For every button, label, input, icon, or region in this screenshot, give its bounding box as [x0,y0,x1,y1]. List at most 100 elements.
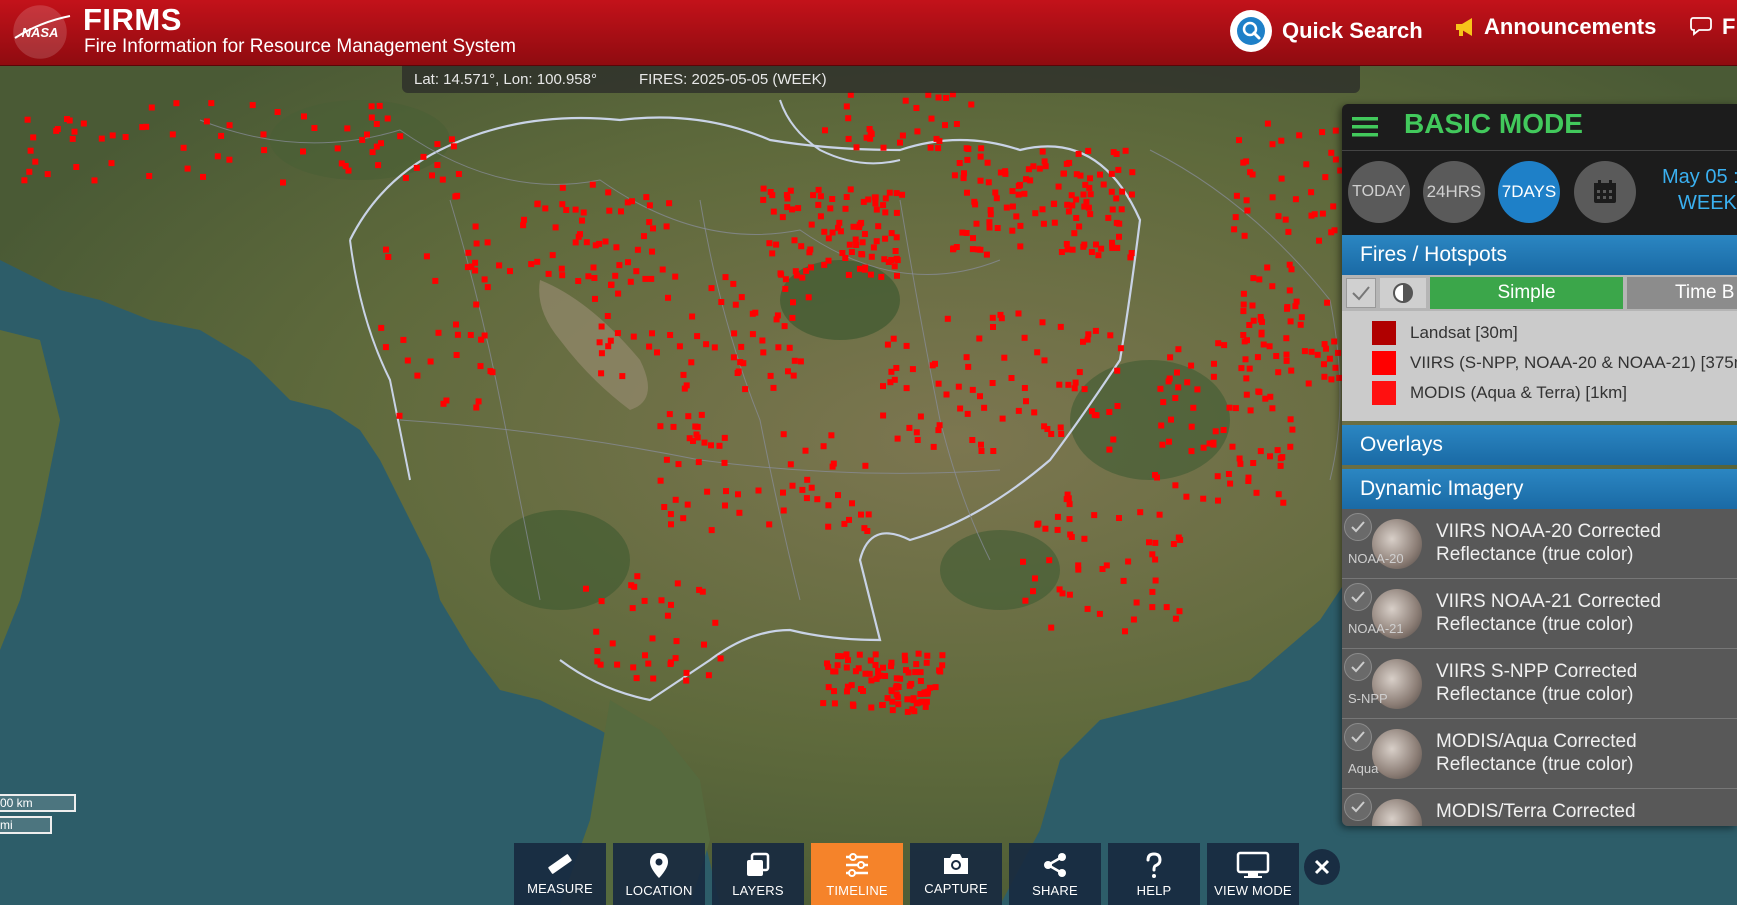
fire-hotspot[interactable] [1128,191,1135,198]
fire-hotspot[interactable] [1220,427,1227,433]
fire-hotspot[interactable] [1034,349,1041,356]
fire-hotspot[interactable] [676,343,683,350]
fire-hotspot[interactable] [1326,355,1333,362]
fire-hotspot[interactable] [1149,551,1156,558]
fire-hotspot[interactable] [867,271,874,278]
fire-hotspot[interactable] [473,240,480,247]
fire-hotspot[interactable] [1214,473,1221,480]
fire-hotspot[interactable] [843,664,850,671]
fire-hotspot[interactable] [781,323,788,330]
fire-hotspot[interactable] [615,290,622,297]
fire-hotspot[interactable] [1264,264,1271,271]
fire-hotspot[interactable] [1289,426,1296,433]
fire-hotspot[interactable] [1021,334,1028,341]
fire-hotspot[interactable] [373,121,380,127]
fire-hotspot[interactable] [858,219,865,226]
fire-hotspot[interactable] [882,195,889,202]
fire-hotspot[interactable] [173,100,180,107]
fire-hotspot[interactable] [701,641,707,648]
fire-hotspot[interactable] [1283,351,1290,358]
fire-hotspot[interactable] [420,153,427,160]
fire-hotspot[interactable] [820,443,827,450]
fire-hotspot[interactable] [585,273,592,280]
fire-hotspot[interactable] [791,357,798,364]
fire-hotspot[interactable] [169,131,176,138]
fire-hotspot[interactable] [1113,219,1120,226]
fire-hotspot[interactable] [785,368,791,375]
fire-hotspot[interactable] [1003,204,1010,211]
fire-hotspot[interactable] [1260,341,1267,348]
fire-hotspot[interactable] [559,201,566,208]
fire-hotspot[interactable] [434,162,441,168]
fire-hotspot[interactable] [825,502,832,509]
fire-hotspot[interactable] [942,122,948,129]
fire-hotspot[interactable] [642,652,648,659]
fire-hotspot[interactable] [1280,499,1287,506]
fire-hotspot[interactable] [917,413,924,420]
fire-hotspot[interactable] [1274,447,1281,454]
fire-hotspot[interactable] [969,386,976,393]
fire-hotspot[interactable] [716,442,723,449]
fire-hotspot[interactable] [452,193,459,200]
fire-hotspot[interactable] [1236,137,1242,144]
fire-hotspot[interactable] [808,221,815,228]
fire-hotspot[interactable] [1190,404,1197,411]
fire-hotspot[interactable] [834,662,841,669]
fire-hotspot[interactable] [200,173,206,180]
fire-hotspot[interactable] [572,239,579,246]
fire-hotspot[interactable] [21,177,28,184]
fire-hotspot[interactable] [909,366,916,373]
fire-hotspot[interactable] [1096,610,1103,617]
fire-hotspot[interactable] [935,94,942,101]
fire-hotspot[interactable] [1241,232,1248,239]
fire-hotspot[interactable] [888,230,895,237]
fire-hotspot[interactable] [936,422,943,429]
fire-hotspot[interactable] [915,650,922,657]
fire-hotspot[interactable] [872,651,879,658]
fire-hotspot[interactable] [773,241,780,248]
fire-hotspot[interactable] [1072,379,1079,386]
fire-hotspot[interactable] [798,243,805,250]
fire-hotspot[interactable] [817,213,824,220]
fire-hotspot[interactable] [708,527,715,534]
fire-hotspot[interactable] [978,448,985,454]
fire-hotspot[interactable] [870,244,877,251]
fire-hotspot[interactable] [657,423,664,430]
fire-hotspot[interactable] [1321,341,1328,348]
fire-hotspot[interactable] [977,153,984,160]
fire-hotspot[interactable] [1293,298,1300,305]
fire-hotspot[interactable] [759,337,766,344]
fire-hotspot[interactable] [1241,338,1248,345]
fire-hotspot[interactable] [396,412,403,419]
fire-hotspot[interactable] [1174,369,1180,376]
fire-hotspot[interactable] [1188,448,1195,455]
fire-hotspot[interactable] [450,143,457,150]
fire-hotspot[interactable] [1095,252,1102,259]
fire-hotspot[interactable] [608,281,615,288]
fire-hotspot[interactable] [1256,276,1263,283]
fire-hotspot[interactable] [914,128,921,135]
fire-hotspot[interactable] [888,663,894,670]
fire-hotspot[interactable] [893,209,900,216]
fire-hotspot[interactable] [629,198,635,205]
fire-hotspot[interactable] [1149,588,1156,595]
share-button[interactable]: SHARE [1009,843,1101,905]
fire-hotspot[interactable] [784,204,791,211]
fire-hotspot[interactable] [1328,376,1335,383]
fire-hotspot[interactable] [708,285,715,292]
fire-hotspot[interactable] [1100,181,1107,188]
fire-hotspot[interactable] [1331,338,1338,345]
fire-hotspot[interactable] [1015,182,1022,189]
fire-hotspot[interactable] [148,104,155,111]
fire-hotspot[interactable] [1211,360,1217,367]
fire-hotspot[interactable] [453,321,459,328]
fire-hotspot[interactable] [44,171,51,178]
fire-hotspot[interactable] [1231,226,1238,233]
fire-hotspot[interactable] [680,371,687,378]
fire-hotspot[interactable] [1282,216,1289,223]
fire-hotspot[interactable] [904,696,911,703]
contrast-toggle[interactable] [1380,278,1426,308]
fire-hotspot[interactable] [1009,227,1016,234]
fire-hotspot[interactable] [850,223,857,230]
fire-hotspot[interactable] [146,173,153,179]
